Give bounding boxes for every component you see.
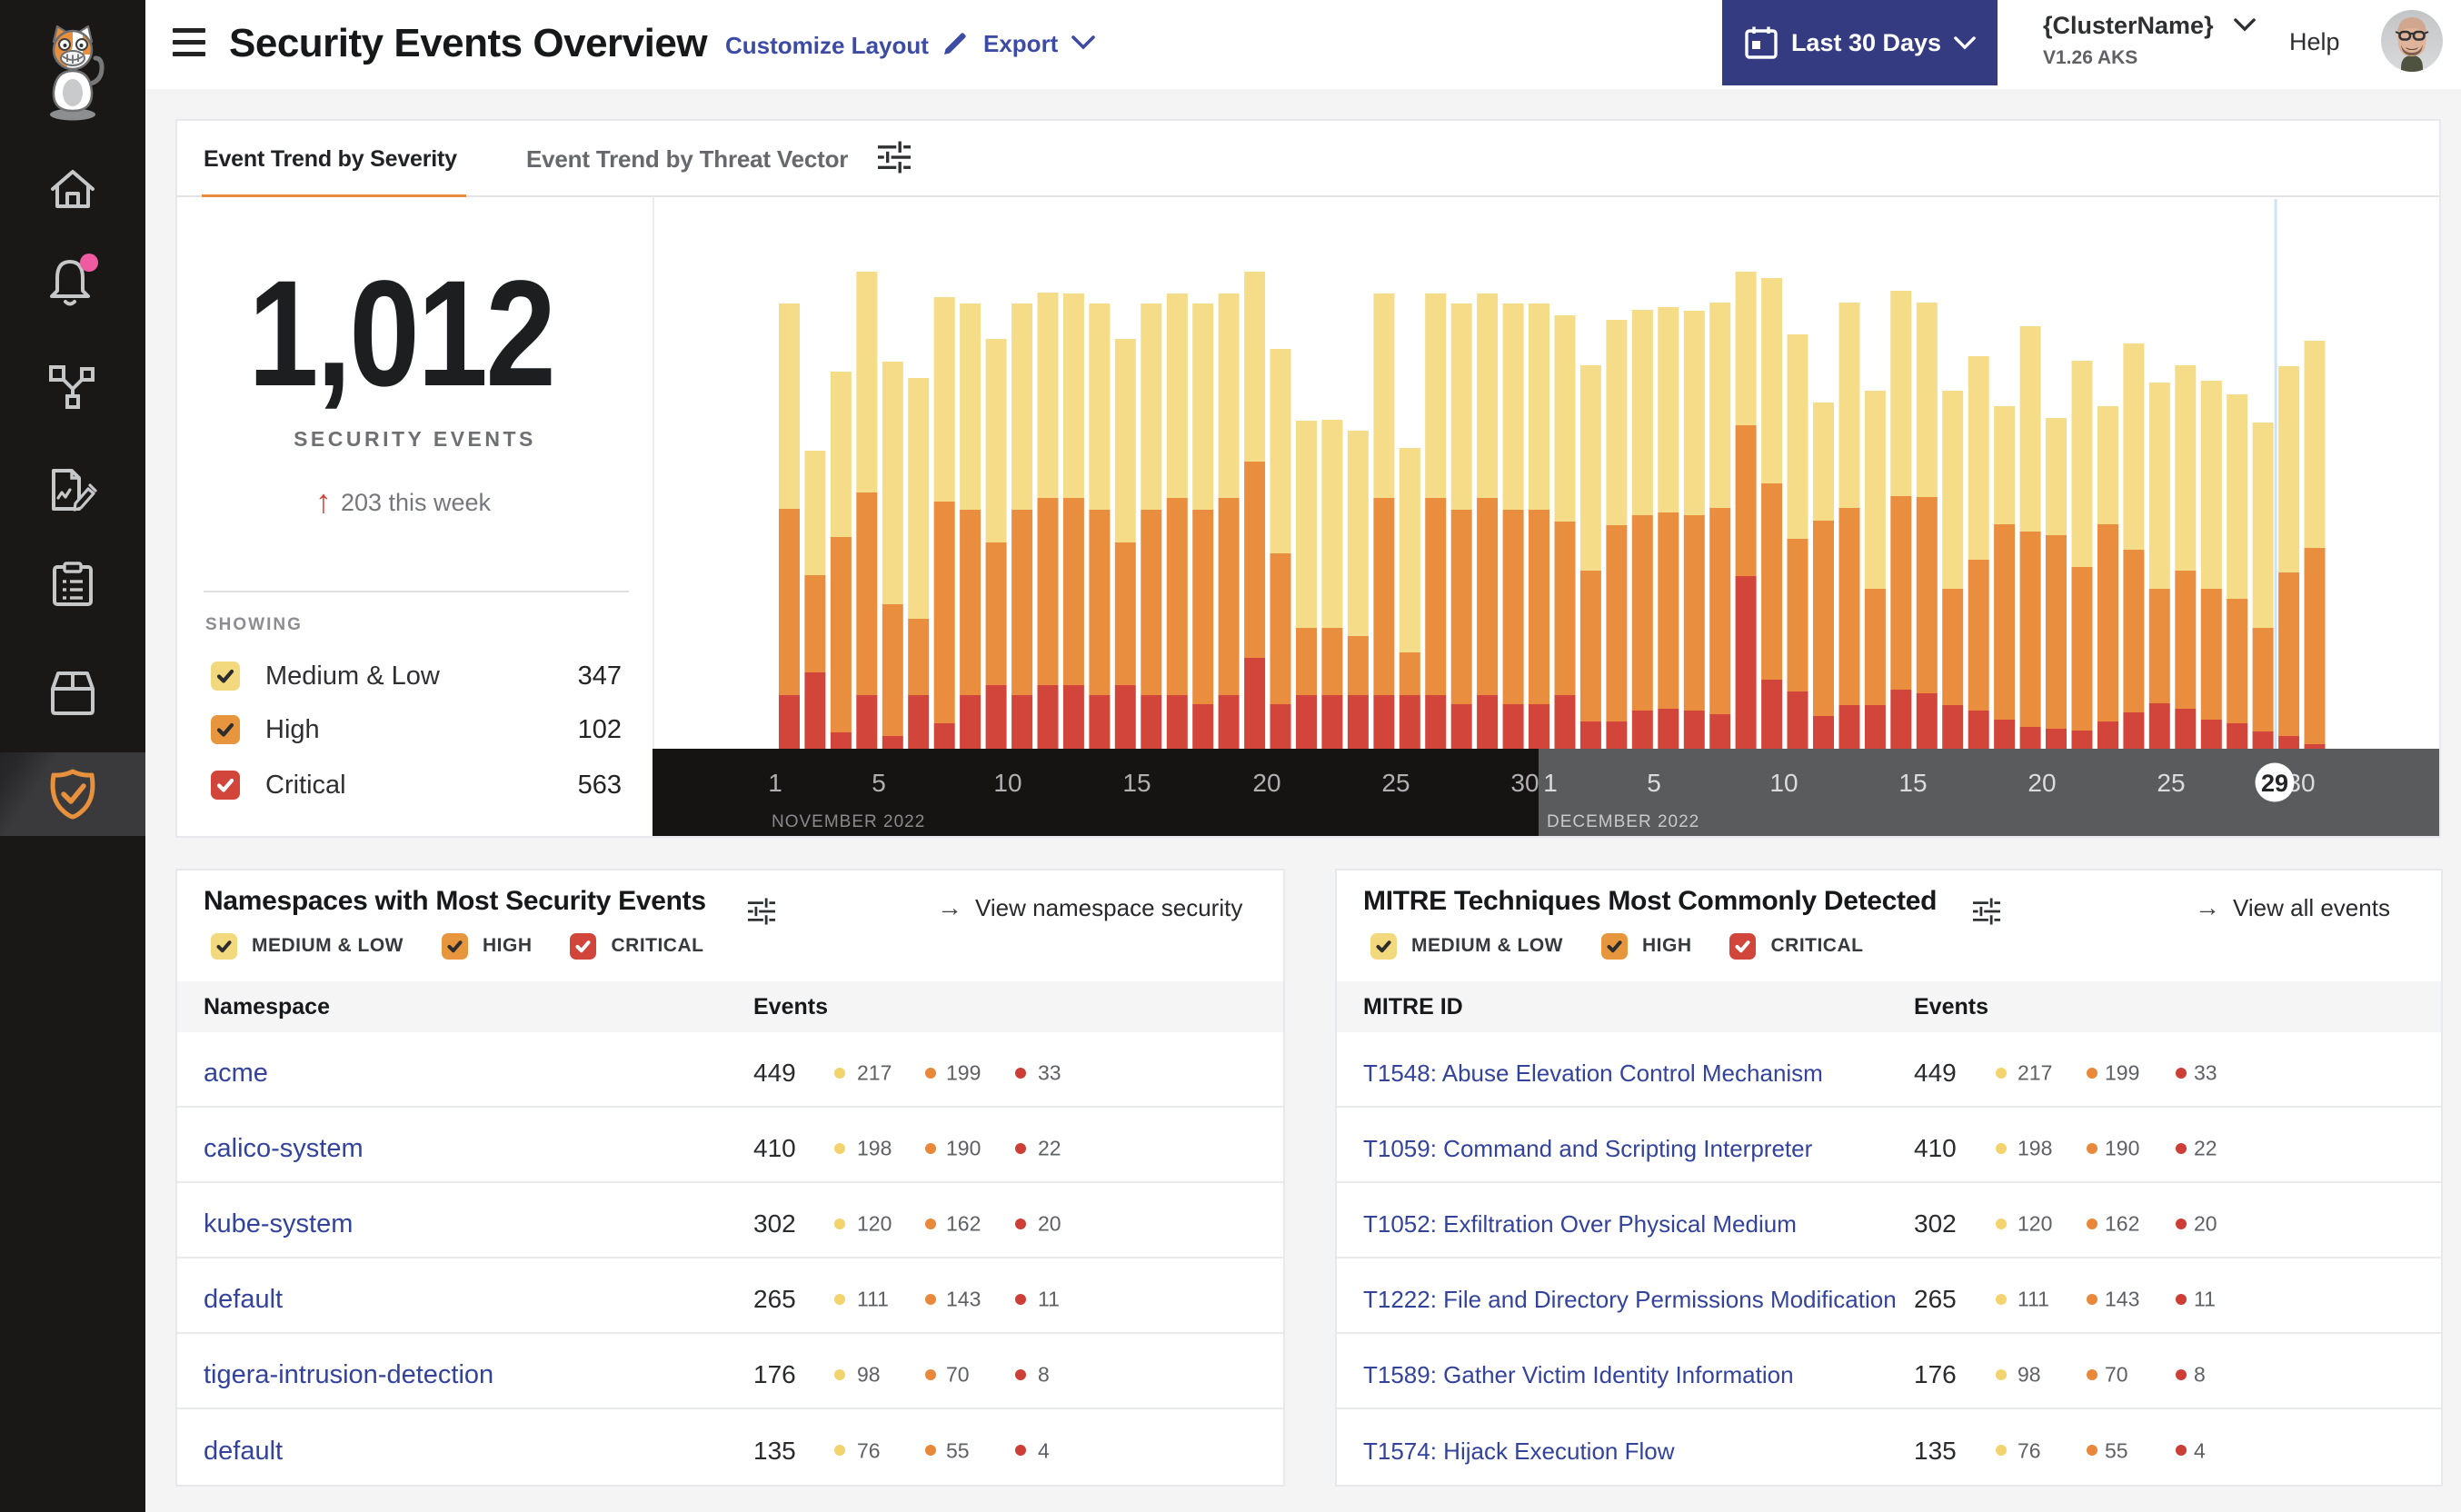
svg-text:1: 1 [1543,769,1558,797]
svg-text:25: 25 [2157,769,2185,797]
svg-text:20: 20 [1252,769,1280,797]
svg-text:DECEMBER 2022: DECEMBER 2022 [1547,812,1699,831]
svg-text:10: 10 [993,769,1021,797]
svg-text:20: 20 [2028,769,2056,797]
svg-text:15: 15 [1898,769,1927,797]
svg-text:1: 1 [768,769,782,797]
svg-text:30: 30 [1510,769,1539,797]
svg-text:29: 29 [2261,770,2288,797]
svg-text:25: 25 [1381,769,1410,797]
svg-text:15: 15 [1122,769,1151,797]
svg-text:NOVEMBER 2022: NOVEMBER 2022 [772,812,925,831]
svg-text:10: 10 [1769,769,1798,797]
svg-text:5: 5 [1647,769,1661,797]
svg-text:5: 5 [872,769,886,797]
